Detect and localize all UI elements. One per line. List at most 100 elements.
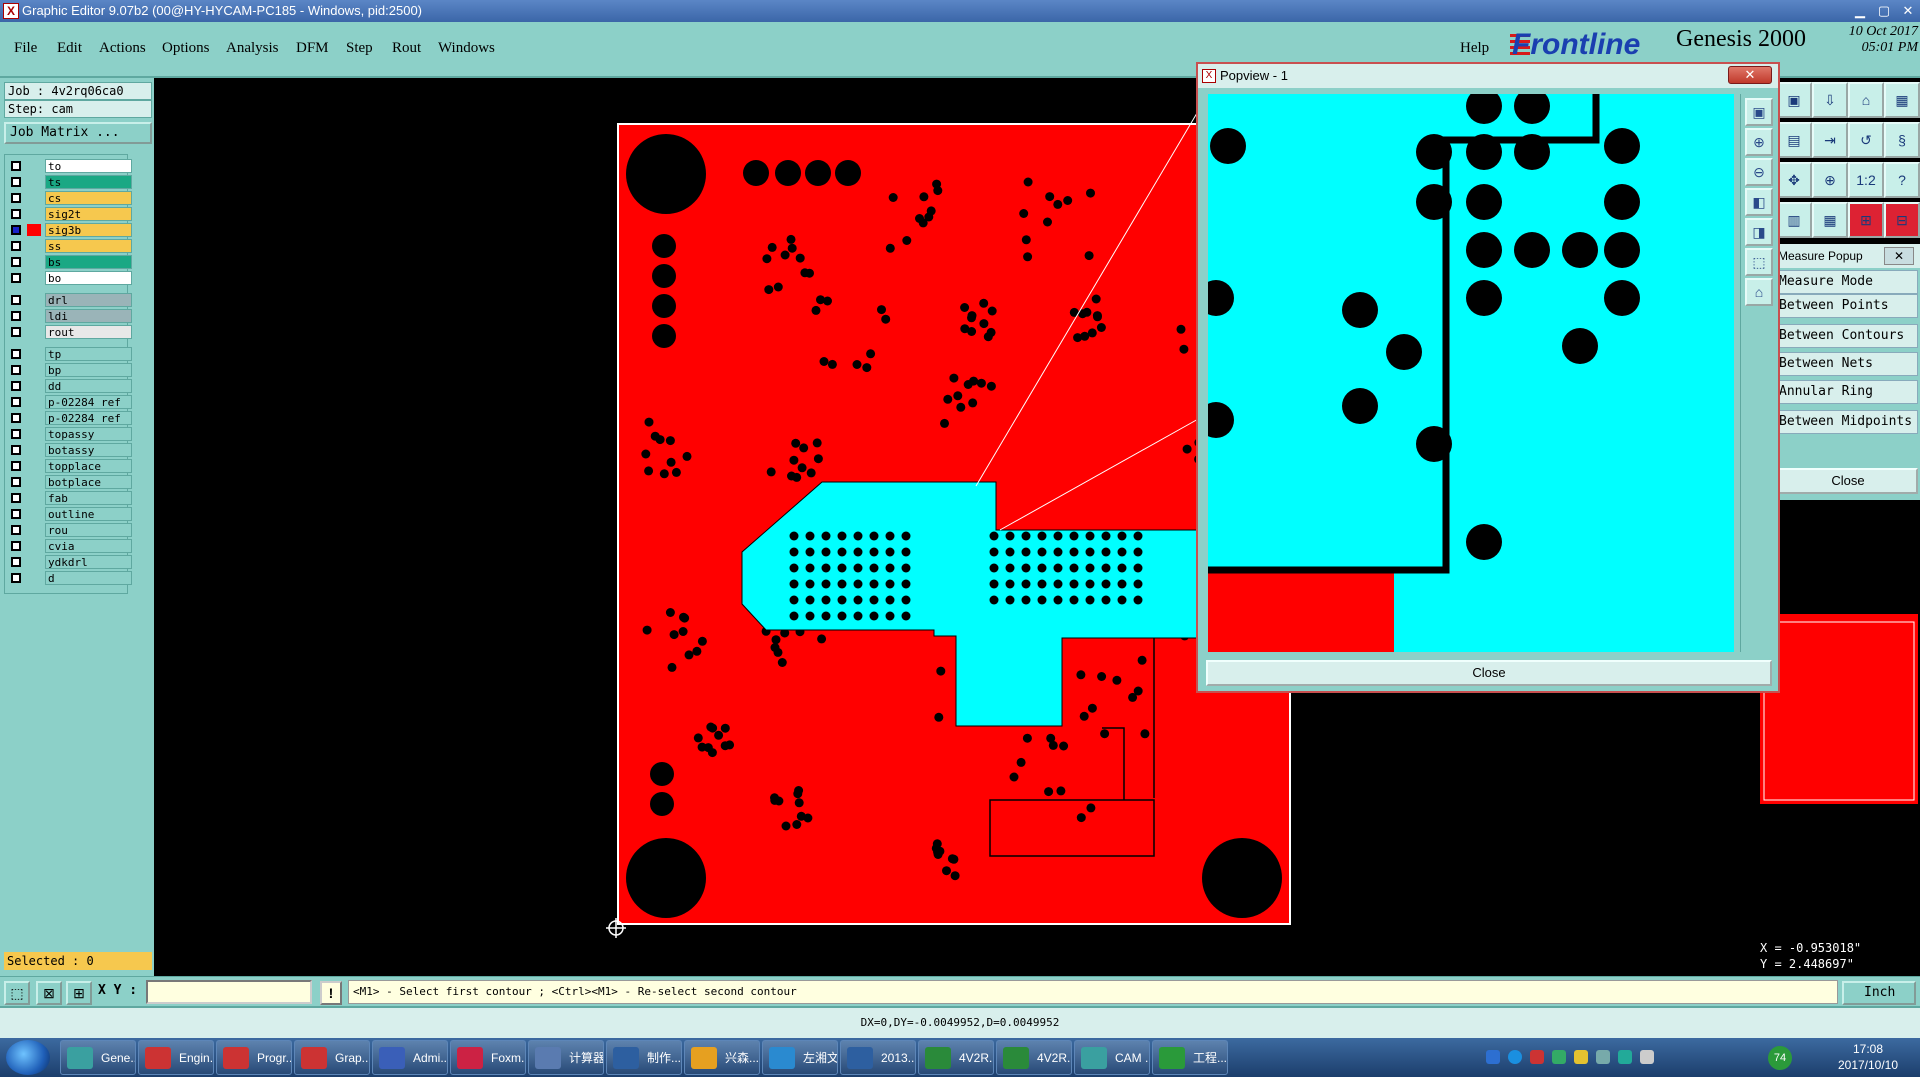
layer-name[interactable]: rou <box>45 523 132 537</box>
unit-selector[interactable]: Inch <box>1842 981 1916 1005</box>
menu-rout[interactable]: Rout <box>392 40 421 57</box>
layer-down-icon[interactable]: ⇩ <box>1812 82 1848 118</box>
layer-row[interactable]: outline <box>9 507 132 521</box>
layer-name[interactable]: cvia <box>45 539 132 553</box>
popview-canvas[interactable] <box>1208 94 1734 652</box>
tray-badge[interactable]: 74 <box>1768 1046 1792 1070</box>
layer-row[interactable]: botplace <box>9 475 132 489</box>
taskbar-item[interactable]: 工程... <box>1152 1040 1228 1075</box>
maximize-button[interactable]: ▢ <box>1872 2 1896 19</box>
measure-mode[interactable]: Measure Mode <box>1778 270 1918 294</box>
layer-checkbox[interactable] <box>11 557 21 567</box>
layer-name[interactable]: sig3b <box>45 223 132 237</box>
layer-name[interactable]: drl <box>45 293 132 307</box>
tray-network-icon[interactable] <box>1486 1050 1500 1064</box>
window-icon[interactable]: ▦ <box>1884 82 1920 118</box>
layer-row[interactable]: bs <box>9 255 132 269</box>
layer-row[interactable]: cvia <box>9 539 132 553</box>
taskbar-item[interactable]: 4V2R... <box>918 1040 994 1075</box>
layer-row[interactable]: sig3b <box>9 223 132 237</box>
pan-icon[interactable]: ✥ <box>1776 162 1812 198</box>
layer-name[interactable]: tp <box>45 347 132 361</box>
layer-name[interactable]: p-02284_ref <box>45 411 132 425</box>
netlist-icon[interactable]: ⊟ <box>1884 202 1920 238</box>
layer-row[interactable]: rout <box>9 325 132 339</box>
script-icon[interactable]: § <box>1884 122 1920 158</box>
layer-checkbox[interactable] <box>11 381 21 391</box>
layer-checkbox[interactable] <box>11 349 21 359</box>
measure-close-button[interactable]: Close <box>1778 468 1918 494</box>
cross-mode-icon[interactable]: ⊠ <box>36 981 62 1005</box>
taskbar-item[interactable]: 4V2R... <box>996 1040 1072 1075</box>
select-mode-icon[interactable]: ⬚ <box>4 981 30 1005</box>
layer-row[interactable]: tp <box>9 347 132 361</box>
layer-checkbox[interactable] <box>11 397 21 407</box>
layer-checkbox[interactable] <box>11 273 21 283</box>
start-button[interactable] <box>6 1040 50 1075</box>
layer-row[interactable]: bp <box>9 363 132 377</box>
layer-checkbox[interactable] <box>11 295 21 305</box>
layer-row[interactable]: p-02284_ref <box>9 395 132 409</box>
taskbar-item[interactable]: 制作... <box>606 1040 682 1075</box>
taskbar-item[interactable]: Grap... <box>294 1040 370 1075</box>
layer-name[interactable]: botassy <box>45 443 132 457</box>
layer-row[interactable]: ss <box>9 239 132 253</box>
layer-checkbox[interactable] <box>11 257 21 267</box>
zoom-fit-icon[interactable]: ▣ <box>1745 98 1773 126</box>
layer-checkbox[interactable] <box>11 225 21 235</box>
measure-close-x-button[interactable]: ✕ <box>1884 247 1914 265</box>
measure-between-contours[interactable]: Between Contours <box>1778 324 1918 348</box>
menu-edit[interactable]: Edit <box>57 40 82 57</box>
pan-right-icon[interactable]: ◨ <box>1745 218 1773 246</box>
taskbar-clock[interactable]: 17:08 2017/10/10 <box>1830 1041 1906 1073</box>
component-icon[interactable]: ⊞ <box>1848 202 1884 238</box>
menu-analysis[interactable]: Analysis <box>226 40 279 57</box>
layer-name[interactable]: topplace <box>45 459 132 473</box>
layer-row[interactable]: d <box>9 571 132 585</box>
xy-input[interactable] <box>146 980 312 1004</box>
scale-icon[interactable]: 1:2 <box>1848 162 1884 198</box>
layer-name[interactable]: ts <box>45 175 132 189</box>
zoom-home-icon[interactable]: ⌂ <box>1745 278 1773 306</box>
layer-checkbox[interactable] <box>11 525 21 535</box>
layer-row[interactable]: sig2t <box>9 207 132 221</box>
layer-row[interactable]: cs <box>9 191 132 205</box>
layer-checkbox[interactable] <box>11 493 21 503</box>
layer-name[interactable]: bo <box>45 271 132 285</box>
layer-name[interactable]: ydkdrl <box>45 555 132 569</box>
tray-help-icon[interactable] <box>1508 1050 1522 1064</box>
layer-row[interactable]: ldi <box>9 309 132 323</box>
menu-file[interactable]: File <box>14 40 37 57</box>
layer-checkbox[interactable] <box>11 365 21 375</box>
layer-checkbox[interactable] <box>11 477 21 487</box>
job-matrix-button[interactable]: Job Matrix ... <box>4 122 152 144</box>
layer-checkbox[interactable] <box>11 311 21 321</box>
layer-checkbox[interactable] <box>11 413 21 423</box>
pan-left-icon[interactable]: ◧ <box>1745 188 1773 216</box>
layer-name[interactable]: bp <box>45 363 132 377</box>
layer-row[interactable]: botassy <box>9 443 132 457</box>
measure-between-nets[interactable]: Between Nets <box>1778 352 1918 376</box>
layer-checkbox[interactable] <box>11 445 21 455</box>
layer-row[interactable]: rou <box>9 523 132 537</box>
layer-name[interactable]: botplace <box>45 475 132 489</box>
fit-icon[interactable]: ⊕ <box>1812 162 1848 198</box>
home-icon[interactable]: ⌂ <box>1848 82 1884 118</box>
close-window-button[interactable]: ✕ <box>1896 2 1920 19</box>
taskbar-item[interactable]: Foxm... <box>450 1040 526 1075</box>
layer-name[interactable]: outline <box>45 507 132 521</box>
layer-row[interactable]: bo <box>9 271 132 285</box>
zoom-out-icon[interactable]: ⊖ <box>1745 158 1773 186</box>
menu-step[interactable]: Step <box>346 40 373 57</box>
taskbar-item[interactable]: Progr... <box>216 1040 292 1075</box>
tray-volume-icon[interactable] <box>1596 1050 1610 1064</box>
menu-dfm[interactable]: DFM <box>296 40 329 57</box>
layer-checkbox[interactable] <box>11 193 21 203</box>
measure-between-midpoints[interactable]: Between Midpoints <box>1778 410 1918 434</box>
taskbar-item[interactable]: CAM ... <box>1074 1040 1150 1075</box>
grid-icon[interactable]: ▥ <box>1776 202 1812 238</box>
warning-button[interactable]: ! <box>320 981 342 1005</box>
layer-name[interactable]: bs <box>45 255 132 269</box>
popview-zoomed-view[interactable] <box>1208 94 1734 652</box>
taskbar-item[interactable]: 兴森... <box>684 1040 760 1075</box>
